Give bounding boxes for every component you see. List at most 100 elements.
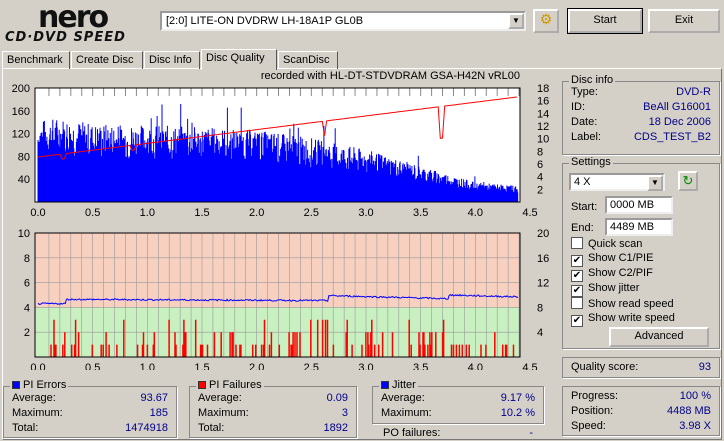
checkbox-show-jitter[interactable]: ✔ Show jitter bbox=[571, 282, 639, 297]
y-tick-label: 6 bbox=[24, 278, 30, 290]
stat-label: Average: bbox=[198, 392, 242, 404]
x-tick-label: 1.5 bbox=[194, 207, 209, 219]
y2-tick-label: 16 bbox=[537, 96, 549, 108]
stat-row: Speed: 3.98 X bbox=[571, 420, 711, 434]
x-tick-label: 4.5 bbox=[522, 362, 537, 370]
checkbox-icon[interactable] bbox=[571, 297, 583, 309]
checkbox-icon[interactable] bbox=[571, 237, 583, 249]
quality-score-value: 93 bbox=[698, 361, 711, 373]
stat-value: 1892 bbox=[323, 422, 348, 434]
jitter-title: Jitter bbox=[379, 379, 418, 391]
drive-settings-icon[interactable]: ⚙ bbox=[533, 9, 559, 33]
x-tick-label: 2.0 bbox=[249, 362, 264, 370]
checkbox-icon[interactable]: ✔ bbox=[571, 270, 583, 282]
y-tick-label: 8 bbox=[24, 253, 30, 265]
end-input[interactable]: 4489 MB bbox=[605, 218, 673, 236]
po-failures-value: - bbox=[529, 427, 533, 439]
stat-label: Speed: bbox=[571, 420, 606, 432]
start-button[interactable]: Start bbox=[567, 8, 643, 34]
y2-tick-label: 10 bbox=[537, 134, 549, 146]
y2-tick-label: 16 bbox=[537, 253, 549, 265]
warning-zone bbox=[35, 233, 520, 308]
chevron-down-icon[interactable]: ▼ bbox=[508, 13, 524, 29]
po-failures: PO failures: - bbox=[383, 427, 533, 439]
y2-tick-label: 4 bbox=[537, 172, 543, 184]
x-tick-label: 0.0 bbox=[30, 362, 45, 370]
stat-label: Maximum: bbox=[381, 407, 432, 419]
exit-button[interactable]: Exit bbox=[648, 9, 720, 33]
checkbox-icon[interactable]: ✔ bbox=[571, 315, 583, 327]
pi-errors-title: PI Errors bbox=[10, 379, 69, 391]
stat-value: 3 bbox=[341, 407, 348, 419]
stat-label: Average: bbox=[381, 392, 425, 404]
stat-value: 93.67 bbox=[140, 392, 168, 404]
tab-scandisc[interactable]: ScanDisc bbox=[278, 51, 338, 69]
stat-label: ID: bbox=[571, 101, 586, 113]
disc-info-title: Disc info bbox=[569, 74, 616, 86]
stat-value: 9.17 % bbox=[500, 392, 535, 404]
chart-title: recorded with HL-DT-STDVDRAM GSA-H42N vR… bbox=[261, 70, 520, 82]
checkbox-show-c2-pif[interactable]: ✔ Show C2/PIF bbox=[571, 267, 653, 282]
drive-select[interactable]: [2:0] LITE-ON DVDRW LH-18A1P GL0B ▼ bbox=[160, 11, 526, 31]
y-tick-label: 120 bbox=[12, 129, 30, 141]
y2-tick-label: 12 bbox=[537, 121, 549, 133]
charts: recorded with HL-DT-STDVDRAM GSA-H42N vR… bbox=[12, 70, 550, 370]
stat-row: Average: 0.09 bbox=[198, 392, 348, 406]
stat-label: Total: bbox=[198, 422, 225, 434]
y2-tick-label: 8 bbox=[537, 146, 543, 158]
x-tick-label: 3.0 bbox=[358, 207, 373, 219]
x-tick-label: 3.0 bbox=[358, 362, 373, 370]
start-input[interactable]: 0000 MB bbox=[605, 196, 673, 214]
stat-value: 4488 MB bbox=[666, 405, 711, 417]
pi-failures-title: PI Failures bbox=[196, 379, 264, 391]
settings-title: Settings bbox=[569, 156, 613, 168]
stat-row: Type: DVD-R bbox=[571, 86, 711, 100]
stat-value: BeAll G16001 bbox=[643, 101, 711, 113]
y2-tick-label: 8 bbox=[537, 302, 543, 314]
y-tick-label: 4 bbox=[24, 302, 30, 314]
y-tick-label: 10 bbox=[18, 228, 30, 240]
checkbox-quick-scan[interactable]: Quick scan bbox=[571, 237, 642, 250]
stat-value: 3.98 X bbox=[679, 420, 711, 432]
stat-label: Progress: bbox=[571, 390, 619, 402]
advanced-button[interactable]: Advanced bbox=[609, 327, 709, 347]
checkbox-show-read-speed[interactable]: Show read speed bbox=[571, 297, 674, 310]
checkbox-icon[interactable]: ✔ bbox=[571, 285, 583, 297]
stat-label: Maximum: bbox=[12, 407, 63, 419]
checkbox-show-c1-pie[interactable]: ✔ Show C1/PIE bbox=[571, 252, 653, 267]
x-tick-label: 0.5 bbox=[85, 207, 100, 219]
stat-row: Average: 93.67 bbox=[12, 392, 168, 406]
stat-value: 10.2 % bbox=[500, 407, 535, 419]
x-tick-label: 1.0 bbox=[140, 362, 155, 370]
chevron-down-icon[interactable]: ▼ bbox=[647, 175, 663, 191]
y2-tick-label: 14 bbox=[537, 108, 549, 120]
x-tick-label: 1.0 bbox=[140, 207, 155, 219]
tab-disc-quality[interactable]: Disc Quality bbox=[201, 49, 277, 70]
tab-benchmark[interactable]: Benchmark bbox=[2, 51, 70, 69]
tab-disc-info[interactable]: Disc Info bbox=[144, 51, 200, 69]
checkbox-show-write-speed[interactable]: ✔ Show write speed bbox=[571, 312, 675, 327]
stat-value: 1474918 bbox=[125, 422, 168, 434]
tab-create-disc[interactable]: Create Disc bbox=[71, 51, 143, 69]
stat-value: 0.09 bbox=[326, 392, 348, 404]
blue-square-icon bbox=[381, 381, 389, 389]
quality-score-label: Quality score: bbox=[571, 361, 639, 373]
speed-select[interactable]: 4 X ▼ bbox=[569, 173, 665, 191]
quality-score-group: Quality score: 93 bbox=[562, 357, 720, 378]
x-tick-label: 2.5 bbox=[304, 207, 319, 219]
stat-label: Position: bbox=[571, 405, 614, 417]
stat-row: Label: CDS_TEST_B2 bbox=[571, 131, 711, 145]
stat-value: 100 % bbox=[679, 390, 711, 402]
stat-row: Maximum: 185 bbox=[12, 407, 168, 421]
y2-tick-label: 20 bbox=[537, 228, 549, 240]
y-tick-label: 40 bbox=[18, 174, 30, 186]
refresh-icon[interactable]: ↻ bbox=[678, 171, 698, 191]
stat-row: Progress: 100 % bbox=[571, 390, 711, 404]
x-tick-label: 0.5 bbox=[85, 362, 100, 370]
disc-info-group: Disc info Type: DVD-R ID: BeAll G16001 Date:… bbox=[562, 74, 720, 155]
red-square-icon bbox=[198, 381, 206, 389]
x-tick-label: 0.0 bbox=[30, 207, 45, 219]
stat-label: Maximum: bbox=[198, 407, 249, 419]
drive-value: [2:0] LITE-ON DVDRW LH-18A1P GL0B bbox=[166, 15, 364, 27]
checkbox-icon[interactable]: ✔ bbox=[571, 255, 583, 267]
